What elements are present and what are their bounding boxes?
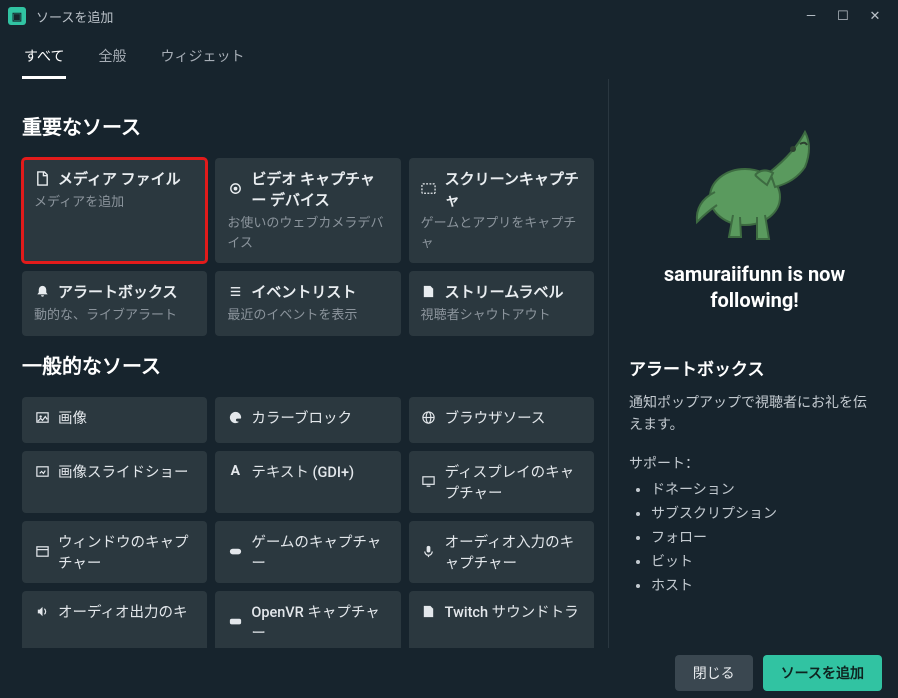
card-sub: メディアを追加 (34, 193, 195, 213)
card-sub: 最近のイベントを表示 (227, 306, 388, 326)
tab-bar: すべて 全般 ウィジェット (0, 32, 898, 79)
card-title: ディスプレイのキャプチャー (445, 461, 582, 503)
card-screen-capture[interactable]: スクリーンキャプチャ ゲームとアプリをキャプチャ (409, 158, 594, 263)
tab-all[interactable]: すべて (22, 40, 66, 79)
card-title: Twitch サウンドトラ (445, 601, 579, 622)
mic-icon (421, 544, 437, 560)
card-game-capture[interactable]: ゲームのキャプチャー (215, 521, 400, 583)
card-title: メディア ファイル (58, 168, 181, 189)
support-item: ビット (651, 551, 880, 571)
card-title: オーディオ出力のキ (58, 601, 187, 622)
support-item: ドネーション (651, 479, 880, 499)
card-title: テキスト (GDI+) (251, 461, 354, 482)
section-important-title: 重要なソース (22, 111, 594, 140)
card-title: スクリーンキャプチャ (445, 168, 582, 210)
preview-panel: samuraiifunn is now following! アラートボックス … (608, 79, 898, 649)
card-title: ストリームラベル (445, 281, 564, 302)
speaker-icon (34, 603, 50, 619)
cancel-button[interactable]: 閉じる (675, 655, 753, 691)
text-icon: A (227, 463, 243, 479)
card-sub: お使いのウェブカメラデバイス (227, 214, 388, 253)
card-title: 画像 (58, 407, 87, 428)
screen-icon (421, 181, 437, 197)
card-media-file[interactable]: メディア ファイル メディアを追加 (22, 158, 207, 263)
globe-icon (421, 409, 437, 425)
vr-icon (227, 614, 243, 630)
card-video-capture[interactable]: ビデオ キャプチャー デバイス お使いのウェブカメラデバイス (215, 158, 400, 263)
preview-alert-text: samuraiifunn is now following! (629, 261, 880, 313)
add-source-button[interactable]: ソースを追加 (763, 655, 882, 691)
card-title: イベントリスト (251, 281, 356, 302)
gamepad-icon (227, 544, 243, 560)
support-item: サブスクリプション (651, 503, 880, 523)
music-icon (421, 603, 437, 619)
card-sub: ゲームとアプリをキャプチャ (421, 214, 582, 253)
card-title: ビデオ キャプチャー デバイス (251, 168, 388, 210)
preview-title: アラートボックス (629, 355, 880, 380)
titlebar: ▣ ソースを追加 — ☐ ✕ (0, 0, 898, 32)
card-title: 画像スライドショー (58, 461, 189, 482)
palette-icon (227, 409, 243, 425)
preview-description: 通知ポップアップで視聴者にお礼を伝えます。 (629, 392, 880, 437)
support-label: サポート： (629, 453, 880, 473)
card-title: ゲームのキャプチャー (251, 531, 388, 573)
window-icon (34, 544, 50, 560)
source-list: 重要なソース メディア ファイル メディアを追加 ビデオ キャプチャー デバイス… (0, 79, 608, 649)
webcam-icon (227, 181, 243, 197)
card-slideshow[interactable]: 画像スライドショー (22, 451, 207, 513)
slideshow-icon (34, 463, 50, 479)
card-title: ウィンドウのキャプチャー (58, 531, 195, 573)
tab-widgets[interactable]: ウィジェット (158, 40, 246, 79)
card-window-capture[interactable]: ウィンドウのキャプチャー (22, 521, 207, 583)
card-sub: 視聴者シャウトアウト (421, 306, 582, 326)
card-stream-label[interactable]: ストリームラベル 視聴者シャウトアウト (409, 271, 594, 336)
card-title: OpenVR キャプチャー (251, 601, 388, 643)
card-browser-source[interactable]: ブラウザソース (409, 397, 594, 443)
minimize-button[interactable]: — (796, 4, 826, 28)
card-title: カラーブロック (251, 407, 352, 428)
card-audio-input[interactable]: オーディオ入力のキャプチャー (409, 521, 594, 583)
card-twitch-soundtrack[interactable]: Twitch サウンドトラ (409, 591, 594, 650)
tab-general[interactable]: 全般 (96, 40, 128, 79)
card-color-block[interactable]: カラーブロック (215, 397, 400, 443)
file-icon (34, 171, 50, 187)
card-event-list[interactable]: イベントリスト 最近のイベントを表示 (215, 271, 400, 336)
card-audio-output[interactable]: オーディオ出力のキ (22, 591, 207, 650)
close-button[interactable]: ✕ (860, 4, 890, 28)
display-icon (421, 474, 437, 490)
list-icon (227, 284, 243, 300)
section-general-title: 一般的なソース (22, 350, 594, 379)
support-item: ホスト (651, 575, 880, 595)
card-alert-box[interactable]: アラートボックス 動的な、ライブアラート (22, 271, 207, 336)
label-icon (421, 284, 437, 300)
card-title: オーディオ入力のキャプチャー (445, 531, 582, 573)
card-text-gdi[interactable]: A テキスト (GDI+) (215, 451, 400, 513)
support-item: フォロー (651, 527, 880, 547)
preview-support: サポート： ドネーション サブスクリプション フォロー ビット ホスト (629, 453, 880, 595)
maximize-button[interactable]: ☐ (828, 4, 858, 28)
card-sub: 動的な、ライブアラート (34, 306, 195, 326)
image-icon (34, 409, 50, 425)
card-image[interactable]: 画像 (22, 397, 207, 443)
card-openvr[interactable]: OpenVR キャプチャー (215, 591, 400, 650)
card-display-capture[interactable]: ディスプレイのキャプチャー (409, 451, 594, 513)
card-title: ブラウザソース (445, 407, 546, 428)
window-title: ソースを追加 (36, 7, 113, 26)
footer: 閉じる ソースを追加 (0, 648, 898, 698)
bell-icon (34, 284, 50, 300)
app-icon: ▣ (8, 7, 26, 25)
card-title: アラートボックス (58, 281, 178, 302)
dinosaur-icon (685, 97, 825, 247)
